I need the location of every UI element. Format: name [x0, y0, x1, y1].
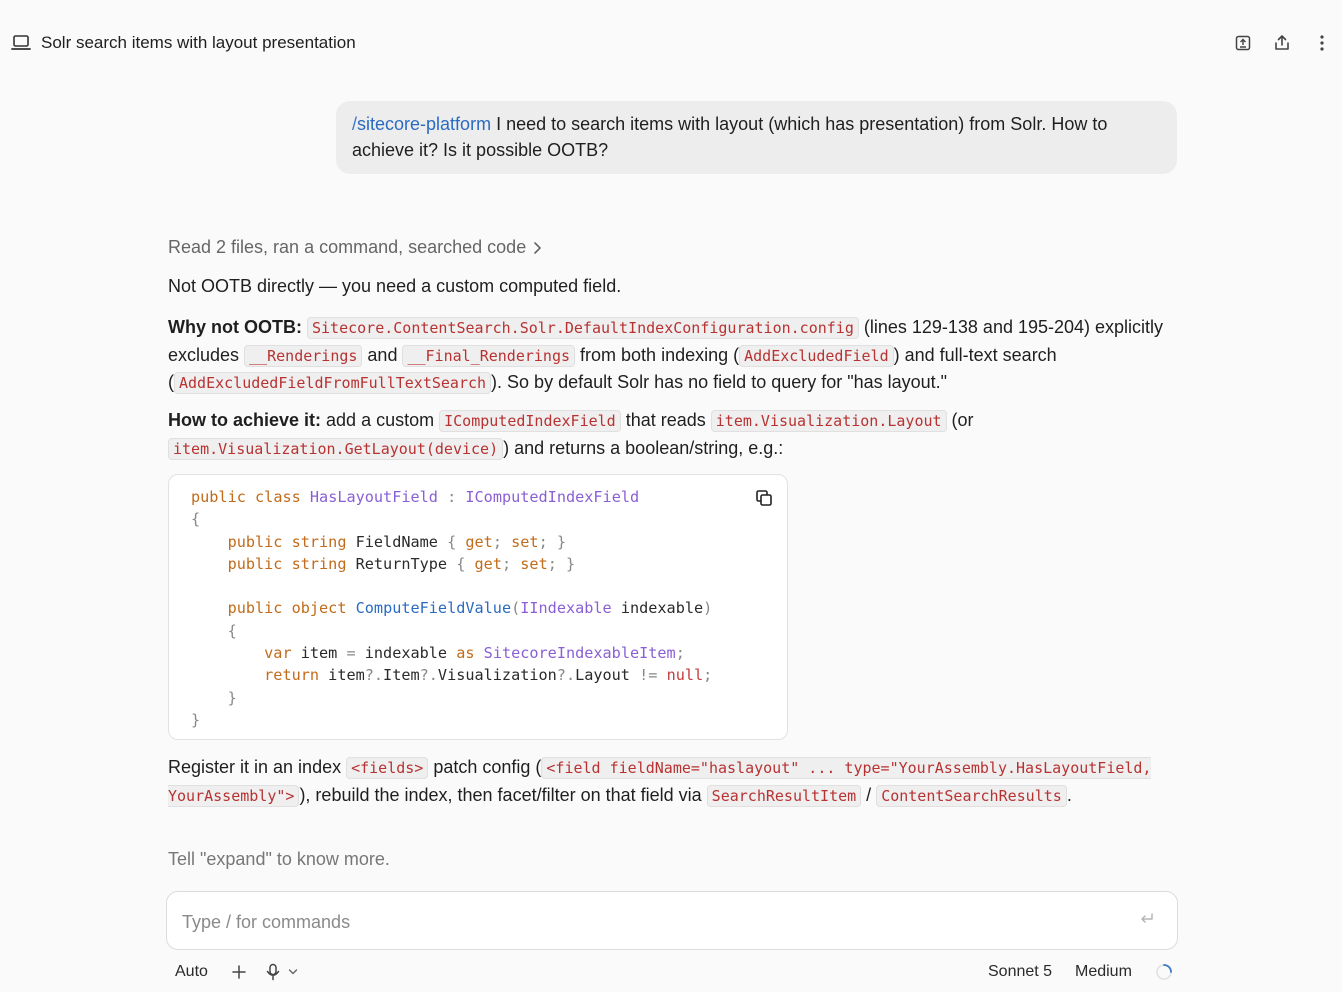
inline-code: <fields>: [346, 757, 429, 779]
header: Solr search items with layout presentati…: [0, 0, 1342, 86]
spinner-icon: [1156, 964, 1172, 980]
plus-icon: [232, 965, 246, 979]
inline-code: SearchResultItem: [706, 784, 862, 807]
effort-selector[interactable]: Medium: [1075, 960, 1132, 984]
text: add a custom: [321, 410, 440, 430]
text: .: [1066, 784, 1072, 805]
response-footer-hint: Tell "expand" to know more.: [168, 849, 390, 869]
copy-code-button[interactable]: [753, 487, 775, 509]
loading-spinner: [1155, 960, 1173, 984]
inline-code: AddExcludedFieldFromFullTextSearch: [174, 372, 492, 394]
microphone-icon: [266, 963, 280, 981]
code-content: public class HasLayoutField : IComputedI…: [191, 488, 713, 729]
text: and: [362, 344, 403, 365]
model-selector[interactable]: Sonnet 5: [988, 960, 1052, 984]
inline-code: AddExcludedField: [739, 344, 894, 367]
skill-tag[interactable]: sitecore-platform: [357, 114, 491, 134]
export-icon: [1235, 35, 1251, 51]
share-icon: [1275, 35, 1289, 50]
text: Register it in an index: [168, 757, 347, 777]
text: ) and returns a boolean/string, e.g.:: [503, 437, 784, 458]
composer: [166, 891, 1178, 950]
activity-summary[interactable]: Read 2 files, ran a command, searched co…: [168, 237, 1168, 258]
export-button[interactable]: [1232, 32, 1254, 54]
more-options-button[interactable]: [1311, 32, 1333, 54]
text: that reads: [620, 410, 711, 430]
text: ). So by default Solr has no field to qu…: [491, 372, 948, 392]
response-paragraph-how: How to achieve it: add a custom ICompute…: [168, 407, 1168, 462]
user-message: /sitecore-platform I need to search item…: [336, 101, 1177, 174]
page-title: Solr search items with layout presentati…: [41, 33, 356, 52]
inline-code: __Renderings: [244, 344, 363, 367]
response-paragraph: Not OOTB directly — you need a custom co…: [168, 276, 622, 296]
chevron-right-icon: [534, 241, 542, 254]
inline-code: Sitecore.ContentSearch.Solr.DefaultIndex…: [307, 317, 859, 339]
inline-code: ContentSearchResults: [876, 784, 1067, 807]
response-paragraph-why: Why not OOTB: Sitecore.ContentSearch.Sol…: [168, 314, 1168, 397]
chevron-down-icon: [288, 969, 298, 975]
activity-summary-text: Read 2 files, ran a command, searched co…: [168, 237, 527, 257]
more-vertical-icon: [1320, 35, 1324, 51]
message-input[interactable]: [180, 906, 1124, 938]
mode-selector[interactable]: Auto: [175, 960, 208, 984]
text: ), rebuild the index, then facet/filter …: [299, 784, 707, 805]
copy-icon: [756, 490, 772, 506]
inline-code: __Final_Renderings: [402, 344, 576, 367]
code-block: public class HasLayoutField : IComputedI…: [168, 474, 788, 740]
text: from both indexing (: [575, 344, 740, 365]
text: (or: [946, 410, 974, 430]
add-attachment-button[interactable]: [231, 960, 247, 984]
laptop-icon: [11, 34, 31, 57]
inline-code: item.Visualization.Layout: [710, 410, 947, 432]
enter-icon[interactable]: [1139, 912, 1155, 931]
inline-code: item.Visualization.GetLayout(device): [168, 437, 504, 460]
voice-input-button[interactable]: [266, 960, 298, 984]
text: /: [861, 784, 877, 805]
share-button[interactable]: [1271, 32, 1293, 54]
why-label: Why not OOTB:: [168, 317, 302, 337]
how-label: How to achieve it:: [168, 410, 322, 430]
text: patch config (: [428, 757, 542, 777]
response-paragraph-register: Register it in an index <fields> patch c…: [168, 754, 1168, 809]
inline-code: IComputedIndexField: [439, 410, 621, 432]
